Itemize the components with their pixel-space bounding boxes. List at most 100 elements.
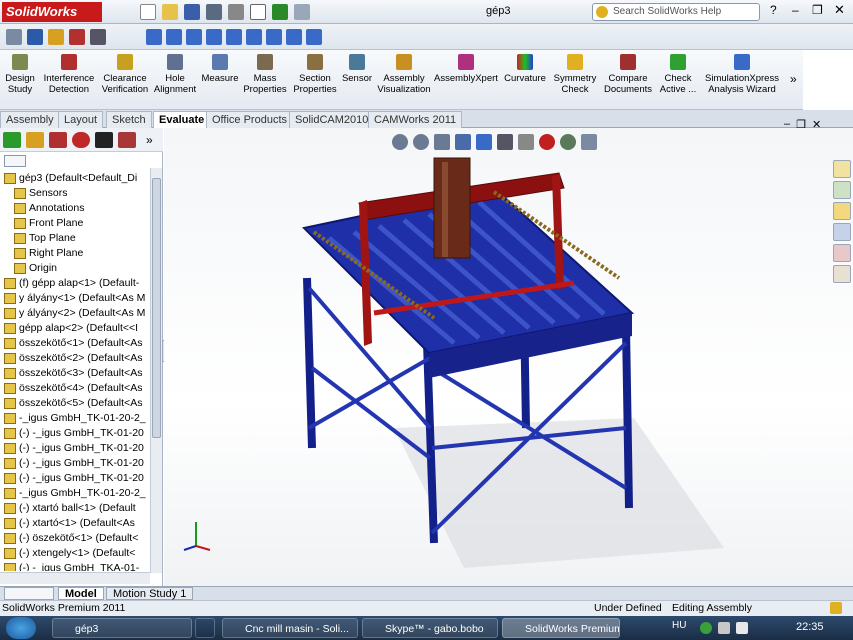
move-icon[interactable] xyxy=(90,29,106,45)
view-palette-icon[interactable] xyxy=(833,223,851,241)
save-icon[interactable] xyxy=(184,4,200,20)
file-explorer-icon[interactable] xyxy=(833,202,851,220)
restore-icon[interactable]: ❐ xyxy=(812,3,823,17)
appearance-tab-icon[interactable] xyxy=(72,132,90,148)
tree-item[interactable]: (-) -_igus GmbH_TK-01-20 xyxy=(4,471,150,486)
clearance-verification-button[interactable]: Clearance Verification xyxy=(100,54,150,95)
curvature-button[interactable]: Curvature xyxy=(502,54,548,84)
assemblyxpert-button[interactable]: AssemblyXpert xyxy=(434,54,498,84)
mate-icon[interactable] xyxy=(69,29,85,45)
search-input[interactable]: Search SolidWorks Help xyxy=(592,3,760,21)
tree-item[interactable]: (-) -_igus GmbH_TK-01-20 xyxy=(4,441,150,456)
taskbar-item-gep3[interactable]: gép3 xyxy=(52,618,192,638)
clock[interactable]: 22:35 xyxy=(796,621,824,633)
sensor-button[interactable]: Sensor xyxy=(340,54,374,84)
tree-item[interactable]: (-) xtartó<1> (Default<As xyxy=(4,516,150,531)
configurationmanager-tab-icon[interactable] xyxy=(49,132,67,148)
select-pointer-icon[interactable] xyxy=(250,4,266,20)
view-right-icon[interactable] xyxy=(206,29,222,45)
symmetry-check-button[interactable]: Symmetry Check xyxy=(550,54,600,95)
tab-camworks[interactable]: CAMWorks 2011 xyxy=(368,111,463,128)
tree-item[interactable]: -_igus GmbH_TK-01-20-2_ xyxy=(4,486,150,501)
featuremanager-tab-icon[interactable] xyxy=(3,132,21,148)
tree-item[interactable]: összekötő<1> (Default<As xyxy=(4,336,150,351)
taskbar-item-firefox[interactable]: Cnc mill masin - Soli... xyxy=(222,618,358,638)
interference-detection-button[interactable]: Interference Detection xyxy=(40,54,98,95)
print-icon[interactable] xyxy=(206,4,222,20)
view-trimetric-icon[interactable] xyxy=(286,29,302,45)
tree-item[interactable]: Front Plane xyxy=(4,216,150,231)
tree-item[interactable]: Top Plane xyxy=(4,231,150,246)
view-front-icon[interactable] xyxy=(146,29,162,45)
view-bottom-icon[interactable] xyxy=(246,29,262,45)
media-player-icon[interactable] xyxy=(195,618,215,638)
tree-item[interactable]: Right Plane xyxy=(4,246,150,261)
help-icon[interactable]: ? xyxy=(770,3,777,17)
taskbar-item-skype[interactable]: Skype™ - gabo.bobo xyxy=(362,618,498,638)
graphics-viewport[interactable]: – ❐ ✕ xyxy=(164,118,853,586)
solidworks-logo[interactable]: SolidWorks xyxy=(2,2,102,22)
view-back-icon[interactable] xyxy=(166,29,182,45)
custom-properties-icon[interactable] xyxy=(833,265,851,283)
design-study-button[interactable]: Design Study xyxy=(2,54,38,95)
tree-item[interactable]: Sensors xyxy=(4,186,150,201)
tab-model[interactable]: Model xyxy=(58,587,104,600)
appearances-scenes-icon[interactable] xyxy=(833,244,851,262)
tab-navigation-arrows[interactable] xyxy=(4,587,54,600)
measure-button[interactable]: Measure xyxy=(200,54,240,84)
assembly-visualization-button[interactable]: Assembly Visualization xyxy=(376,54,432,95)
hole-alignment-button[interactable]: Hole Alignment xyxy=(152,54,198,95)
view-isometric-icon[interactable] xyxy=(266,29,282,45)
tree-item[interactable]: gépp alap<2> (Default<<I xyxy=(4,321,150,336)
close-icon[interactable]: ✕ xyxy=(834,2,845,18)
view-dimetric-icon[interactable] xyxy=(306,29,322,45)
tree-item[interactable]: összekötő<2> (Default<As xyxy=(4,351,150,366)
start-button[interactable] xyxy=(6,617,36,639)
undo-icon[interactable] xyxy=(228,4,244,20)
tree-item[interactable]: Annotations xyxy=(4,201,150,216)
tab-motion-study[interactable]: Motion Study 1 xyxy=(106,587,194,600)
volume-icon[interactable] xyxy=(736,622,748,634)
tree-item[interactable]: Origin xyxy=(4,261,150,276)
tree-item[interactable]: (-) xtengely<1> (Default< xyxy=(4,546,150,561)
tree-scrollbar-thumb[interactable] xyxy=(152,178,161,438)
tab-evaluate[interactable]: Evaluate xyxy=(153,111,211,128)
status-help-icon[interactable] xyxy=(830,602,842,614)
solidcam-tab-icon[interactable] xyxy=(118,132,136,148)
tree-item[interactable]: (f) gépp alap<1> (Default- xyxy=(4,276,150,291)
tree-item[interactable]: (-) -_igus GmbH_TK-01-20 xyxy=(4,456,150,471)
panel-options-icon[interactable] xyxy=(810,54,850,104)
tree-item[interactable]: y ályány<2> (Default<As M xyxy=(4,306,150,321)
language-indicator[interactable]: HU xyxy=(672,620,686,631)
view-left-icon[interactable] xyxy=(186,29,202,45)
tree-horizontal-scrollbar[interactable] xyxy=(0,572,150,584)
tray-icon[interactable] xyxy=(700,622,712,634)
solidworks-resources-icon[interactable] xyxy=(833,160,851,178)
component-icon[interactable] xyxy=(48,29,64,45)
view-top-icon[interactable] xyxy=(226,29,242,45)
simulationxpress-button[interactable]: SimulationXpress Analysis Wizard xyxy=(704,54,780,95)
tree-item[interactable]: (-) -_igus GmbH_TKA-01- xyxy=(4,561,150,571)
check-active-button[interactable]: Check Active ... xyxy=(656,54,700,95)
cnc-machine-model[interactable] xyxy=(164,128,853,586)
tree-item[interactable]: összekötő<5> (Default<As xyxy=(4,396,150,411)
tree-item[interactable]: (-) xtartó ball<1> (Default xyxy=(4,501,150,516)
new-file-icon[interactable] xyxy=(140,4,156,20)
compare-documents-button[interactable]: Compare Documents xyxy=(602,54,654,95)
tree-item[interactable]: összekötő<3> (Default<As xyxy=(4,366,150,381)
options-icon[interactable] xyxy=(294,4,310,20)
filter-icon[interactable] xyxy=(4,155,26,167)
tab-solidcam[interactable]: SolidCAM2010 xyxy=(289,111,375,128)
section-properties-button[interactable]: Section Properties xyxy=(290,54,340,95)
network-icon[interactable] xyxy=(718,622,730,634)
panel-more-chevron-icon[interactable]: » xyxy=(146,133,153,147)
more-commands-chevron-icon[interactable]: » xyxy=(790,72,797,86)
tab-sketch[interactable]: Sketch xyxy=(106,111,152,128)
taskbar-item-solidworks[interactable]: SolidWorks Premium... xyxy=(502,618,620,638)
tree-item[interactable]: (-) öszekötő<1> (Default< xyxy=(4,531,150,546)
propertymanager-tab-icon[interactable] xyxy=(26,132,44,148)
open-folder-icon[interactable] xyxy=(162,4,178,20)
tree-item[interactable]: y ályány<1> (Default<As M xyxy=(4,291,150,306)
design-library-icon[interactable] xyxy=(833,181,851,199)
rebuild-icon[interactable] xyxy=(272,4,288,20)
